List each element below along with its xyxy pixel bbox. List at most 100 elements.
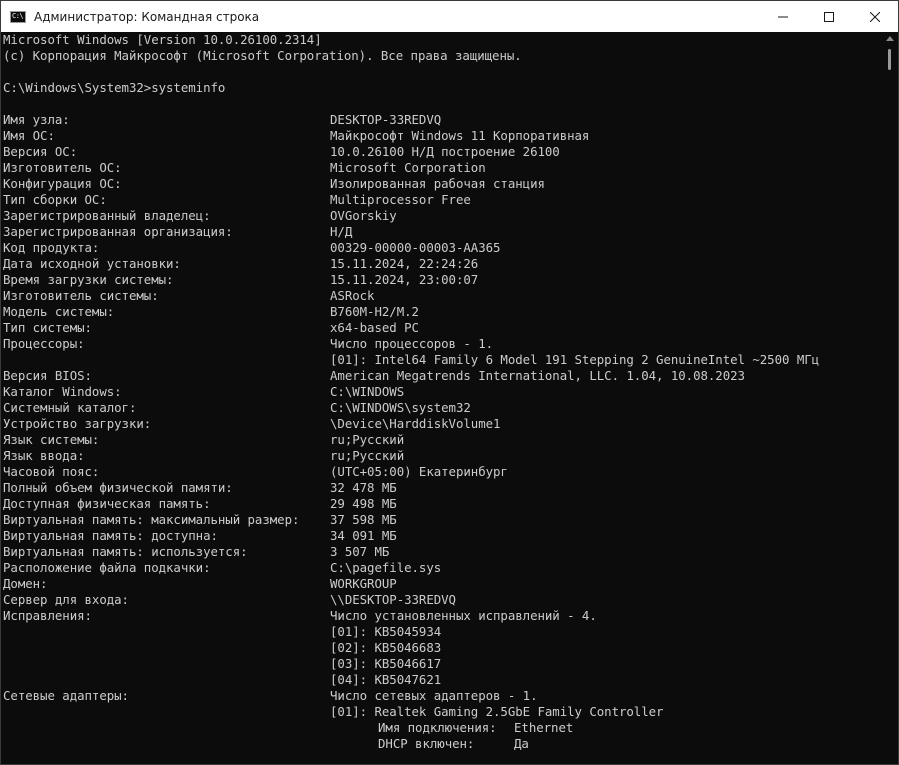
systeminfo-label: Изготовитель системы: xyxy=(3,288,159,303)
systeminfo-row: [02]: KB5046683 xyxy=(1,640,885,656)
systeminfo-value: C:\pagefile.sys xyxy=(330,560,442,575)
cmd-app-icon-text: C:\ xyxy=(12,12,24,20)
systeminfo-value: [04]: KB5047621 xyxy=(330,672,442,687)
systeminfo-value: ru;Русский xyxy=(330,432,405,447)
systeminfo-value: [01]: KB5045934 xyxy=(330,624,442,639)
systeminfo-label: Тип системы: xyxy=(3,320,92,335)
systeminfo-value: WORKGROUP xyxy=(330,576,397,591)
systeminfo-label: Виртуальная память: максимальный размер: xyxy=(3,512,300,527)
adapter-detail-value: Ethernet xyxy=(514,720,574,735)
systeminfo-value: x64-based PC xyxy=(330,320,419,335)
systeminfo-row: Изготовитель ОС: Microsoft Corporation xyxy=(1,160,885,176)
systeminfo-value: Н/Д xyxy=(330,224,353,239)
systeminfo-value: 15.11.2024, 23:00:07 xyxy=(330,272,479,287)
systeminfo-row: Сервер для входа: \\DESKTOP-33REDVQ xyxy=(1,592,885,608)
systeminfo-row: Виртуальная память: используется: 3 507 М… xyxy=(1,544,885,560)
systeminfo-value: \Device\HarddiskVolume1 xyxy=(330,416,501,431)
systeminfo-label: Виртуальная память: используется: xyxy=(3,544,248,559)
systeminfo-row: Сетевые адаптеры: Число сетевых адаптеров… xyxy=(1,688,885,704)
systeminfo-row: Модель системы: B760M-H2/M.2 xyxy=(1,304,885,320)
systeminfo-rows: Имя узла: DESKTOP-33REDVQ Имя ОС: Майкрософ… xyxy=(1,112,885,720)
systeminfo-value: B760M-H2/M.2 xyxy=(330,304,419,319)
scroll-up-arrow-icon[interactable] xyxy=(886,36,894,41)
systeminfo-value: \\DESKTOP-33REDVQ xyxy=(330,592,456,607)
systeminfo-row: Домен: WORKGROUP xyxy=(1,576,885,592)
systeminfo-row: Виртуальная память: доступна: 34 091 МБ xyxy=(1,528,885,544)
scroll-thumb[interactable] xyxy=(888,49,891,70)
systeminfo-label: Сетевые адаптеры: xyxy=(3,688,129,703)
systeminfo-row: Имя узла: DESKTOP-33REDVQ xyxy=(1,112,885,128)
maximize-button[interactable] xyxy=(806,1,852,32)
systeminfo-label: Дата исходной установки: xyxy=(3,256,181,271)
systeminfo-value: [03]: KB5046617 xyxy=(330,656,442,671)
systeminfo-row: Доступная физическая память: 29 498 МБ xyxy=(1,496,885,512)
systeminfo-label: Изготовитель ОС: xyxy=(3,160,122,175)
systeminfo-value: 32 478 МБ xyxy=(330,480,397,495)
systeminfo-label: Домен: xyxy=(3,576,48,591)
systeminfo-value: Multiprocessor Free xyxy=(330,192,471,207)
systeminfo-row: Устройство загрузки: \Device\HarddiskVolu… xyxy=(1,416,885,432)
systeminfo-label: Сервер для входа: xyxy=(3,592,129,607)
systeminfo-label: Устройство загрузки: xyxy=(3,416,152,431)
systeminfo-value: Число сетевых адаптеров - 1. xyxy=(330,688,538,703)
console-output[interactable]: Microsoft Windows [Version 10.0.26100.23… xyxy=(1,32,885,764)
systeminfo-row: [01]: Realtek Gaming 2.5GbE Family Contr… xyxy=(1,704,885,720)
systeminfo-label: Конфигурация ОС: xyxy=(3,176,122,191)
systeminfo-label: Язык системы: xyxy=(3,432,100,447)
systeminfo-value: ru;Русский xyxy=(330,448,405,463)
vertical-scrollbar[interactable] xyxy=(884,32,896,764)
systeminfo-label: Полный объем физической памяти: xyxy=(3,480,233,495)
systeminfo-row: Имя ОС: Майкрософт Windows 11 Корпоративн… xyxy=(1,128,885,144)
systeminfo-row: [04]: KB5047621 xyxy=(1,672,885,688)
systeminfo-row: Язык ввода: ru;Русский xyxy=(1,448,885,464)
systeminfo-row: Тип системы: x64-based PC xyxy=(1,320,885,336)
systeminfo-row: [03]: KB5046617 xyxy=(1,656,885,672)
close-button[interactable] xyxy=(852,1,898,32)
systeminfo-row: Каталог Windows: C:\WINDOWS xyxy=(1,384,885,400)
console-header-line: (c) Корпорация Майкрософт (Microsoft Cor… xyxy=(3,48,522,63)
minimize-button[interactable] xyxy=(760,1,806,32)
systeminfo-value: C:\WINDOWS xyxy=(330,384,405,399)
systeminfo-label: Версия ОС: xyxy=(3,144,78,159)
systeminfo-row: Тип сборки ОС: Multiprocessor Free xyxy=(1,192,885,208)
systeminfo-label: Зарегистрированная организация: xyxy=(3,224,233,239)
adapter-details: Имя подключения: Ethernet DHCP включен: Да xyxy=(1,720,885,752)
systeminfo-label: Системный каталог: xyxy=(3,400,137,415)
systeminfo-label: Имя узла: xyxy=(3,112,70,127)
systeminfo-label: Зарегистрированный владелец: xyxy=(3,208,211,223)
systeminfo-row: Процессоры: Число процессоров - 1. xyxy=(1,336,885,352)
systeminfo-row: [01]: Intel64 Family 6 Model 191 Steppin… xyxy=(1,352,885,368)
systeminfo-row: [01]: KB5045934 xyxy=(1,624,885,640)
systeminfo-label: Исправления: xyxy=(3,608,92,623)
systeminfo-row: Часовой пояс: (UTC+05:00) Екатеринбург xyxy=(1,464,885,480)
title-bar[interactable]: C:\ Администратор: Командная строка xyxy=(1,1,898,32)
systeminfo-value: C:\WINDOWS\system32 xyxy=(330,400,471,415)
systeminfo-row: Версия ОС: 10.0.26100 Н/Д построение 2610… xyxy=(1,144,885,160)
systeminfo-row: Виртуальная память: максимальный размер:… xyxy=(1,512,885,528)
console-header-line: Microsoft Windows [Version 10.0.26100.23… xyxy=(3,32,322,47)
close-icon xyxy=(870,11,880,22)
minimize-icon xyxy=(778,16,788,17)
cmd-app-icon[interactable]: C:\ xyxy=(10,10,26,23)
systeminfo-row: Код продукта: 00329-00000-00003-AA365 xyxy=(1,240,885,256)
maximize-icon xyxy=(824,11,834,22)
systeminfo-value: 34 091 МБ xyxy=(330,528,397,543)
systeminfo-label: Модель системы: xyxy=(3,304,115,319)
systeminfo-label: Процессоры: xyxy=(3,336,85,351)
systeminfo-value: (UTC+05:00) Екатеринбург xyxy=(330,464,508,479)
window-title: Администратор: Командная строка xyxy=(34,9,260,24)
systeminfo-label: Расположение файла подкачки: xyxy=(3,560,211,575)
systeminfo-row: Расположение файла подкачки: C:\pagefile.… xyxy=(1,560,885,576)
systeminfo-value: [02]: KB5046683 xyxy=(330,640,442,655)
systeminfo-value: [01]: Realtek Gaming 2.5GbE Family Contr… xyxy=(330,704,664,719)
command-prompt-window: C:\ Администратор: Командная строка Micr… xyxy=(0,0,899,765)
systeminfo-value: 10.0.26100 Н/Д построение 26100 xyxy=(330,144,560,159)
systeminfo-value: [01]: Intel64 Family 6 Model 191 Steppin… xyxy=(330,352,820,367)
systeminfo-label: Имя ОС: xyxy=(3,128,55,143)
systeminfo-row: Зарегистрированная организация: Н/Д xyxy=(1,224,885,240)
systeminfo-value: DESKTOP-33REDVQ xyxy=(330,112,442,127)
systeminfo-row: Зарегистрированный владелец: OVGorskiy xyxy=(1,208,885,224)
adapter-detail-row: DHCP включен: Да xyxy=(1,736,885,752)
